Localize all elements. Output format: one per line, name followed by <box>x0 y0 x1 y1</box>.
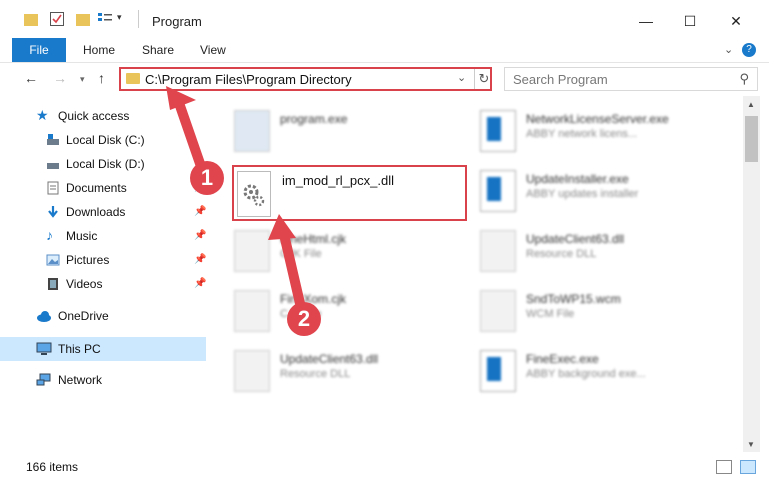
vertical-scrollbar[interactable]: ▲ ▼ <box>743 96 760 452</box>
step-1-badge: 1 <box>190 161 224 195</box>
scroll-up-icon[interactable]: ▲ <box>747 100 755 109</box>
step-2-badge: 2 <box>287 302 321 336</box>
status-bar: 166 items <box>0 452 769 494</box>
large-icons-view-icon[interactable] <box>740 460 756 474</box>
scroll-down-icon[interactable]: ▼ <box>747 440 755 449</box>
scroll-thumb[interactable] <box>745 116 758 162</box>
annotation-arrows <box>166 86 307 317</box>
details-view-icon[interactable] <box>716 460 732 474</box>
item-count: 166 items <box>26 460 79 474</box>
